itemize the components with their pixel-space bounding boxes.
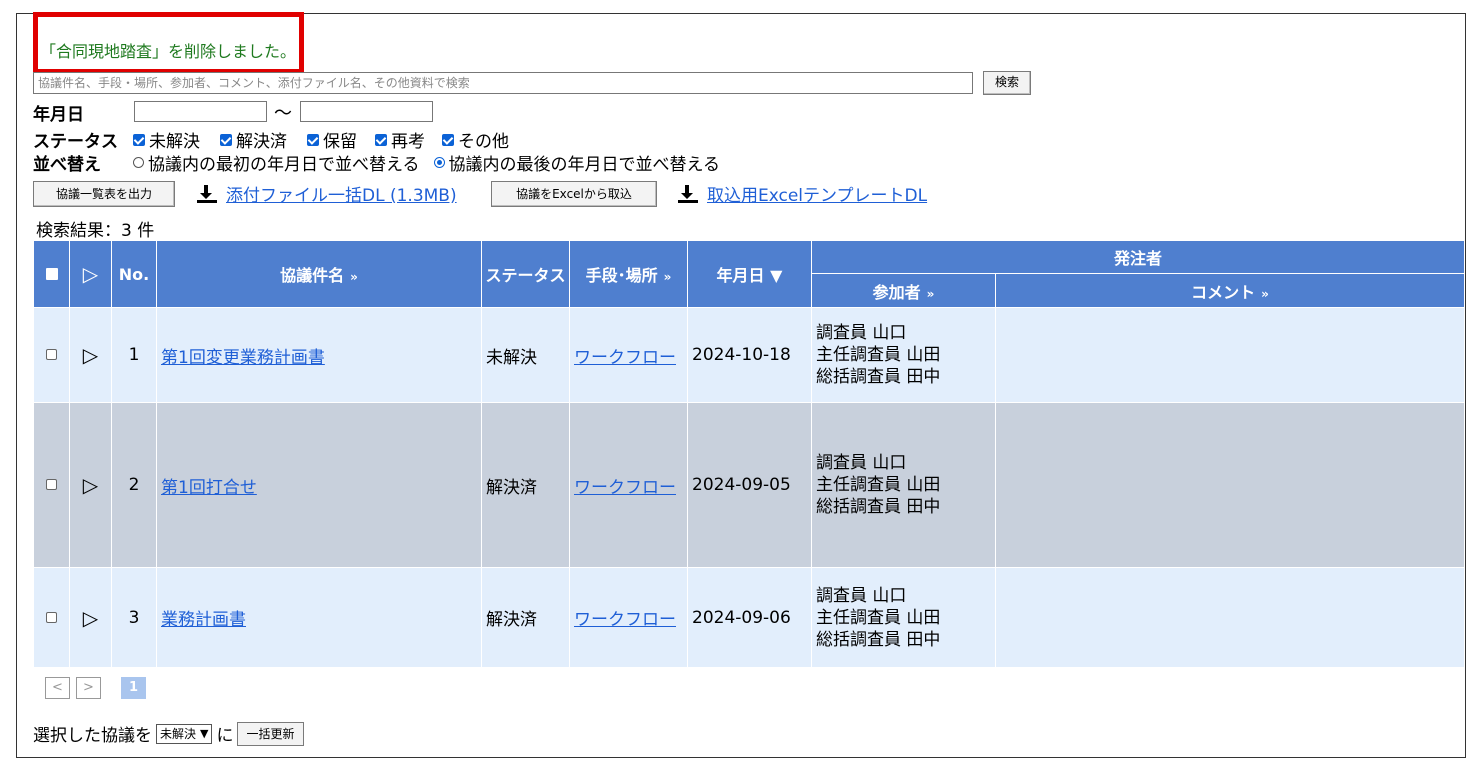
date-label: 年月日 [33, 105, 84, 125]
row-title-link[interactable]: 第1回打合せ [161, 478, 257, 498]
row-date: 2024-09-06 [687, 567, 812, 668]
consultation-table: ▷ No. 協議件名» ステータス 手段･場所» 年月日 ▼ 発注者 参加者» … [33, 240, 1465, 668]
row-checkbox[interactable] [46, 479, 57, 490]
date-from-input[interactable] [134, 101, 267, 122]
status-label: ステータス [33, 132, 118, 152]
result-count: 検索結果：3 件 [36, 221, 155, 241]
bulk-download[interactable]: 添付ファイル一括DL (1.3MB) [196, 181, 457, 206]
table-row: ▷ 1 第1回変更業務計画書 未解決 ワークフロー 2024-10-18 調査員… [33, 307, 1465, 403]
status-header: ステータス [481, 240, 570, 308]
export-list-button[interactable]: 協議一覧表を出力 [33, 181, 175, 207]
sort-last-radio[interactable] [433, 157, 445, 168]
row-checkbox[interactable] [46, 611, 57, 623]
participants-header[interactable]: 参加者» [811, 273, 996, 308]
row-expand-icon[interactable]: ▷ [83, 343, 98, 367]
participant: 調査員 山口 [816, 453, 907, 473]
current-page[interactable]: 1 [121, 677, 146, 699]
title-expand-icon[interactable]: » [350, 270, 358, 284]
sort-first-label[interactable]: 協議内の最初の年月日で並べ替える [148, 150, 420, 175]
expand-all-header[interactable]: ▷ [69, 240, 112, 308]
select-all-checkbox[interactable] [45, 267, 58, 280]
status-select[interactable]: 未解決 ▼ [156, 723, 213, 744]
row-checkbox[interactable] [46, 349, 57, 360]
row-expand-icon[interactable]: ▷ [83, 473, 98, 497]
row-comment [995, 402, 1465, 568]
row-status: 解決済 [481, 402, 570, 568]
message-highlight-box [33, 12, 304, 74]
checkbox-checked[interactable] [133, 133, 145, 146]
comment-expand-icon[interactable]: » [1261, 287, 1269, 301]
date-to-input[interactable] [300, 101, 433, 122]
sort-first-radio[interactable] [133, 157, 144, 168]
row-no: 2 [111, 402, 157, 568]
sort-label: 並べ替え [33, 155, 101, 175]
row-title-link[interactable]: 業務計画書 [161, 610, 246, 630]
orderer-header: 発注者 [811, 240, 1465, 274]
bulk-update-bar: 選択した協議を 未解決 ▼ に 一括更新 [33, 721, 304, 746]
status-option-hold[interactable]: 保留 [307, 127, 357, 152]
chevron-down-icon: ▼ [200, 727, 209, 740]
status-option-unresolved[interactable]: 未解決 [133, 127, 200, 152]
participant: 総括調査員 田中 [816, 629, 941, 650]
row-status: 解決済 [481, 567, 570, 668]
row-method-link[interactable]: ワークフロー [574, 348, 676, 368]
row-date: 2024-09-05 [687, 402, 812, 568]
participant: 総括調査員 田中 [816, 497, 941, 517]
checkbox-checked[interactable] [375, 133, 387, 146]
table-row: ▷ 3 業務計画書 解決済 ワークフロー 2024-09-06 調査員 山口 主… [33, 567, 1465, 668]
table-row: ▷ 2 第1回打合せ 解決済 ワークフロー 2024-09-05 調査員 山口 … [33, 402, 1465, 568]
sort-last-label[interactable]: 協議内の最後の年月日で並べ替える [449, 150, 721, 175]
row-title-link[interactable]: 第1回変更業務計画書 [161, 348, 325, 368]
participant: 主任調査員 山田 [816, 475, 941, 495]
checkbox-checked[interactable] [220, 133, 232, 146]
title-header[interactable]: 協議件名» [156, 240, 482, 308]
row-method-link[interactable]: ワークフロー [574, 610, 676, 630]
pagination: < > 1 [45, 677, 146, 699]
participant: 総括調査員 田中 [816, 367, 941, 387]
row-status: 未解決 [481, 307, 570, 403]
select-all-header [33, 240, 70, 308]
participants-expand-icon[interactable]: » [927, 287, 935, 301]
date-header[interactable]: 年月日 ▼ [687, 240, 812, 308]
row-comment [995, 567, 1465, 668]
participant: 調査員 山口 [816, 323, 907, 343]
participant: 主任調査員 山田 [816, 345, 941, 365]
participant: 主任調査員 山田 [816, 607, 941, 628]
method-header[interactable]: 手段･場所» [569, 240, 688, 308]
checkbox-checked[interactable] [307, 133, 319, 146]
row-no: 3 [111, 567, 157, 668]
bulk-update-prefix: 選択した協議を [33, 726, 152, 746]
method-expand-icon[interactable]: » [664, 270, 672, 284]
bulk-update-suffix: に [216, 726, 234, 746]
expand-all-icon[interactable]: ▷ [83, 262, 98, 286]
row-comment [995, 307, 1465, 403]
row-participants: 調査員 山口 主任調査員 山田 総括調査員 田中 [811, 307, 996, 403]
comment-header[interactable]: コメント» [995, 273, 1465, 308]
status-option-other[interactable]: その他 [442, 127, 509, 152]
search-button[interactable]: 検索 [983, 71, 1031, 95]
row-participants: 調査員 山口 主任調査員 山田 総括調査員 田中 [811, 402, 996, 568]
row-method-link[interactable]: ワークフロー [574, 478, 676, 498]
template-download[interactable]: 取込用ExcelテンプレートDL [677, 181, 927, 206]
row-date: 2024-10-18 [687, 307, 812, 403]
participant: 調査員 山口 [816, 585, 907, 606]
next-page-button[interactable]: > [76, 677, 101, 699]
download-icon [678, 184, 698, 203]
download-icon [197, 184, 217, 203]
row-no: 1 [111, 307, 157, 403]
prev-page-button[interactable]: < [45, 677, 70, 699]
import-excel-button[interactable]: 協議をExcelから取込 [491, 181, 657, 207]
row-participants: 調査員 山口 主任調査員 山田 総括調査員 田中 [811, 567, 996, 668]
search-input[interactable]: 協議件名、手段・場所、参加者、コメント、添付ファイル名、その他資料で検索 [33, 72, 973, 94]
sort-options: 協議内の最初の年月日で並べ替える 協議内の最後の年月日で並べ替える [133, 150, 720, 175]
row-expand-icon[interactable]: ▷ [83, 606, 98, 630]
no-header: No. [111, 240, 157, 308]
checkbox-checked[interactable] [442, 133, 454, 146]
status-option-reconsider[interactable]: 再考 [375, 127, 425, 152]
bulk-download-link[interactable]: 添付ファイル一括DL (1.3MB) [226, 181, 457, 206]
template-download-link[interactable]: 取込用ExcelテンプレートDL [707, 181, 927, 206]
date-separator: ～ [274, 103, 292, 124]
bulk-update-button[interactable]: 一括更新 [237, 721, 304, 746]
status-option-resolved[interactable]: 解決済 [220, 127, 287, 152]
